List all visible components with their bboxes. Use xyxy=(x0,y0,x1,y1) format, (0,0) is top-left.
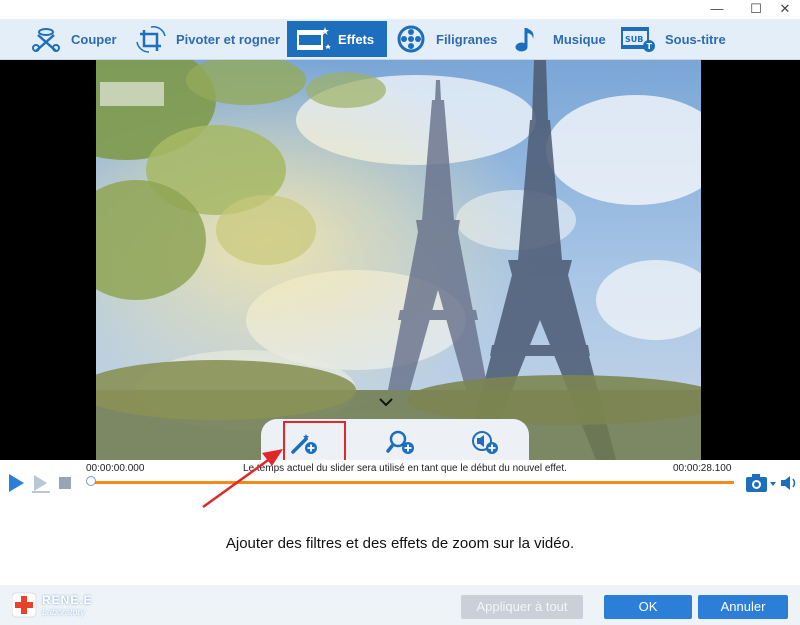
tab-label: Filigranes xyxy=(436,31,498,47)
effects-icon xyxy=(297,27,331,50)
volume-button[interactable] xyxy=(780,472,798,494)
effect-description: Ajouter des filtres et des effets de zoo… xyxy=(225,535,575,552)
play-icon xyxy=(9,474,24,492)
stop-icon xyxy=(59,477,71,489)
tab-label: Couper xyxy=(71,31,117,47)
svg-text:SUB: SUB xyxy=(625,35,643,44)
snapshot-button[interactable] xyxy=(745,472,777,494)
tab-sous-titre[interactable]: SUB T Sous-titre xyxy=(620,21,726,57)
play-segment-icon xyxy=(32,475,50,493)
camera-icon xyxy=(746,474,776,492)
tab-effets[interactable]: Effets xyxy=(287,21,387,57)
tab-musique[interactable]: Musique xyxy=(510,21,606,57)
cut-icon xyxy=(32,28,60,52)
video-preview[interactable] xyxy=(0,60,800,460)
zoom-plus-icon xyxy=(386,430,414,454)
tab-label: Sous-titre xyxy=(665,31,726,47)
tab-pivoter-rogner[interactable]: Pivoter et rogner xyxy=(133,21,280,57)
watermark-icon xyxy=(397,25,425,53)
eiffel-tower-image xyxy=(96,60,701,460)
add-zoom-button[interactable] xyxy=(384,427,418,457)
speaker-icon xyxy=(781,476,796,490)
maximize-button[interactable]: ☐ xyxy=(743,0,769,19)
timeline-slider-thumb[interactable] xyxy=(86,476,96,486)
video-frame xyxy=(96,60,701,460)
title-bar: — ☐ ✕ xyxy=(0,0,800,19)
close-button[interactable]: ✕ xyxy=(772,0,798,19)
filter-button-highlight xyxy=(283,421,346,462)
end-time: 00:00:28.100 xyxy=(673,463,732,474)
svg-text:T: T xyxy=(647,42,653,51)
rotate-crop-icon xyxy=(136,26,166,53)
logo-subtitle: Laboratory xyxy=(42,607,86,617)
tab-filigranes[interactable]: Filigranes xyxy=(393,21,497,57)
volume-plus-icon xyxy=(472,431,498,454)
tab-label: Musique xyxy=(553,31,606,47)
music-note-icon xyxy=(515,28,534,52)
timeline-track[interactable] xyxy=(92,481,734,484)
minimize-button[interactable]: — xyxy=(704,0,730,19)
play-segment-button[interactable] xyxy=(31,472,51,494)
ok-button[interactable]: OK xyxy=(604,595,692,619)
watermark-placeholder xyxy=(100,82,164,106)
cancel-button[interactable]: Annuler xyxy=(698,595,788,619)
start-time: 00:00:00.000 xyxy=(86,463,145,474)
timeline-hint: Le temps actuel du slider sera utilisé e… xyxy=(243,463,567,474)
apply-to-all-button[interactable]: Appliquer à tout xyxy=(461,595,583,619)
stop-button[interactable] xyxy=(58,476,72,490)
tab-label: Pivoter et rogner xyxy=(176,31,281,47)
add-volume-button[interactable] xyxy=(468,427,502,457)
tab-couper[interactable]: Couper xyxy=(28,21,117,57)
rene-e-logo: RENE.E Laboratory xyxy=(11,590,96,620)
logo-title: RENE.E xyxy=(42,593,93,607)
subtitle-icon: SUB T xyxy=(621,27,655,52)
editor-toolbar: Couper Pivoter et rogner Effets Filigran… xyxy=(0,19,800,60)
tab-label: Effets xyxy=(338,31,375,47)
play-button[interactable] xyxy=(6,472,26,494)
